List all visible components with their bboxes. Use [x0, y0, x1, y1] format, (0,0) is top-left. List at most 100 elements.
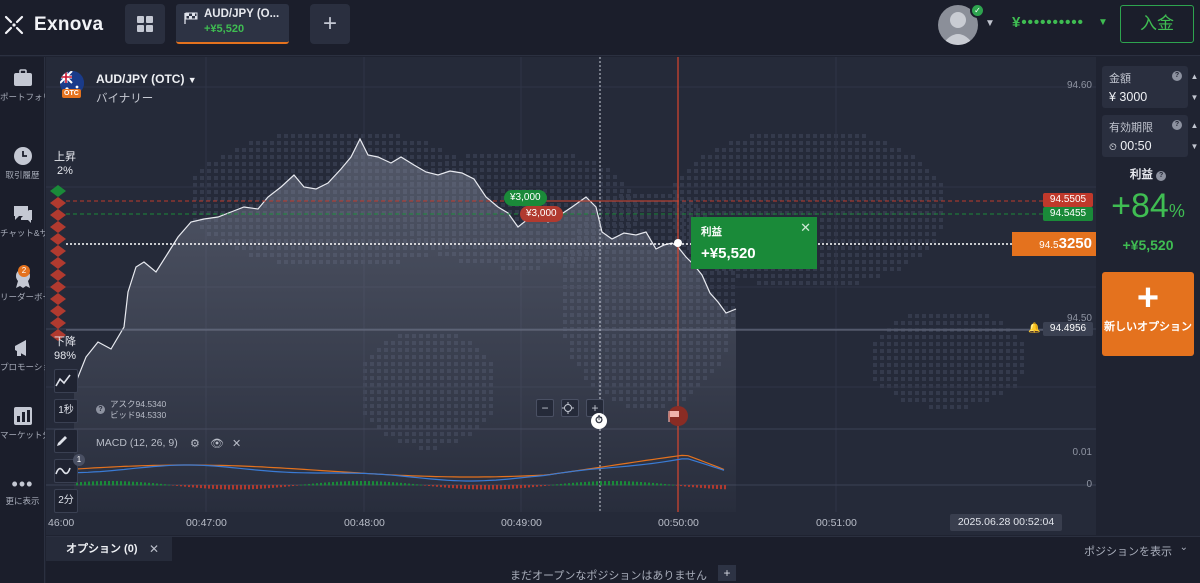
asset-name[interactable]: AUD/JPY (OTC) ▼: [96, 72, 197, 86]
price-tag-alert: 94.4956: [1043, 322, 1093, 336]
avatar-caret-icon[interactable]: ▼: [985, 18, 995, 29]
profit-popup-label: 利益: [701, 226, 722, 238]
asset-tab-profit: +¥5,520: [204, 23, 245, 35]
no-positions-message: まだオープンなポジションはありません: [510, 570, 708, 582]
amount-stepper[interactable]: ▲ ▼: [1189, 66, 1200, 108]
show-positions-link[interactable]: ポジションを表示: [1084, 543, 1172, 559]
help-icon[interactable]: ?: [1172, 71, 1182, 81]
sidebar-item-more[interactable]: ••• 更に表示: [0, 475, 45, 507]
more-icon: •••: [11, 474, 34, 494]
logo[interactable]: Exnova: [0, 0, 118, 50]
bell-icon[interactable]: 🔔: [1028, 323, 1040, 334]
profit-amount: +¥5,520: [1122, 237, 1174, 253]
chevron-down-icon[interactable]: ▼: [1189, 136, 1200, 157]
bet-marker-down[interactable]: ¥3,000: [520, 206, 563, 222]
chat-icon: [13, 206, 32, 223]
current-price-dot: [674, 239, 682, 247]
time-axis-label: 00:47:00: [186, 517, 227, 529]
sidebar-item-history[interactable]: 取引履歴: [0, 145, 45, 181]
asset-tab-audjpy[interactable]: AUD/JPY (O... +¥5,520: [176, 4, 289, 44]
chevron-down-icon[interactable]: ▼: [1189, 87, 1200, 108]
help-icon[interactable]: ?: [96, 405, 105, 414]
sidebar-item-label: チャット&サポート: [0, 228, 45, 238]
amount-label: 金額: [1109, 73, 1131, 85]
new-option-label: 新しいオプション: [1104, 321, 1192, 333]
asset-tab-name: AUD/JPY (O...: [204, 8, 280, 20]
sidebar-item-leaderboard[interactable]: 2 リーダーボード: [0, 265, 45, 303]
deposit-button[interactable]: 入金: [1120, 5, 1194, 43]
pencil-icon: [57, 436, 67, 446]
sidebar-item-market-analysis[interactable]: マーケット分析: [0, 405, 45, 441]
close-icon[interactable]: ✕: [232, 437, 241, 450]
add-position-button[interactable]: +: [718, 565, 736, 581]
macd-label: MACD (12, 26, 9): [96, 437, 178, 449]
balance-caret-icon[interactable]: ▼: [1098, 17, 1108, 28]
timeframe-2m-button[interactable]: 2分: [54, 489, 78, 513]
grid-icon: [137, 16, 153, 32]
price-tag-green: 94.5455: [1043, 207, 1093, 221]
clock-icon: [13, 147, 32, 165]
sentiment-down-label: 下降: [54, 336, 76, 348]
chart-area[interactable]: OTC AUD/JPY (OTC) ▼ バイナリー 上昇 2% 下降 98% 1…: [46, 57, 1096, 535]
briefcase-icon: [13, 69, 32, 86]
sidebar-item-chat-support[interactable]: チャット&サポート: [0, 203, 45, 239]
chevron-down-icon[interactable]: ⌄: [1180, 542, 1188, 553]
sidebar-item-promotion[interactable]: プロモーション: [0, 337, 45, 373]
analysis-icon: [13, 407, 32, 425]
indicators-button[interactable]: 1: [54, 454, 85, 483]
asset-type: バイナリー: [96, 93, 154, 105]
help-icon[interactable]: ?: [1156, 171, 1167, 181]
sidebar-item-label: プロモーション: [0, 362, 45, 372]
expiry-stepper[interactable]: ▲ ▼: [1189, 115, 1200, 157]
close-icon[interactable]: ✕: [149, 537, 159, 561]
chevron-up-icon[interactable]: ▲: [1189, 66, 1200, 87]
close-icon[interactable]: ✕: [800, 220, 811, 236]
eye-icon[interactable]: 👁: [210, 437, 224, 450]
sentiment-down-pct: 98%: [53, 350, 77, 362]
macd-axis-label: 0.01: [1072, 447, 1092, 458]
bet-marker-up[interactable]: ¥3,000: [504, 190, 547, 206]
sentiment-down: 下降 98%: [53, 335, 77, 363]
draw-tool-button[interactable]: [54, 429, 78, 453]
expiry-field[interactable]: 有効期限 ⏲ 00:50 ?: [1102, 115, 1188, 157]
asset-grid-button[interactable]: [125, 4, 165, 44]
time-axis-label: 00:51:00: [816, 517, 857, 529]
zoom-out-button[interactable]: −: [536, 399, 554, 417]
add-asset-button[interactable]: +: [310, 4, 350, 44]
sentiment-up-pct: 2%: [57, 165, 73, 177]
time-axis-label: 00:50:00: [658, 517, 699, 529]
timer-icon: ⏱: [591, 413, 607, 429]
expiry-value[interactable]: ⏲ 00:50: [1109, 139, 1181, 153]
indicator-count-badge: 1: [73, 454, 85, 466]
checkered-flag-icon: [184, 12, 198, 24]
account-balance[interactable]: ¥••••••••••: [1012, 14, 1084, 31]
chevron-up-icon[interactable]: ▲: [1189, 115, 1200, 136]
amount-field[interactable]: 金額 ¥ 3000 ?: [1102, 66, 1188, 108]
profit-popup-value: +¥5,520: [701, 245, 756, 262]
otc-tag: OTC: [62, 89, 81, 98]
sentiment-up: 上昇 2%: [53, 150, 77, 178]
price-chart[interactable]: [46, 57, 1096, 535]
amount-value[interactable]: ¥ 3000: [1109, 90, 1181, 104]
price-tag-red: 94.5505: [1043, 193, 1093, 207]
logo-text: Exnova: [34, 14, 104, 35]
timeframe-1s-button[interactable]: 1秒: [54, 399, 78, 423]
crosshair-button[interactable]: [561, 399, 579, 417]
bottom-bar: オプション (0) ✕ ポジションを表示 ⌄ まだオープンなポジションはありませ…: [46, 536, 1200, 583]
verified-check-icon: ✓: [970, 3, 985, 18]
new-option-button[interactable]: + 新しいオプション: [1102, 272, 1194, 356]
crosshair-icon: [562, 402, 574, 414]
gear-icon[interactable]: ⚙: [190, 437, 200, 450]
sidebar-item-portfolio[interactable]: ポートフォリオ: [0, 67, 45, 103]
trade-panel: 金額 ¥ 3000 ? ▲ ▼ 有効期限 ⏲ 00:50 ? ▲ ▼ 利益 ? +8…: [1096, 57, 1200, 535]
indicator-wave-icon: [55, 467, 71, 475]
profit-title: 利益 ?: [1096, 166, 1200, 182]
help-icon[interactable]: ?: [1172, 120, 1182, 130]
megaphone-icon: [14, 340, 26, 356]
top-bar: Exnova AUD/JPY (O... +¥5,520 + ✓ ▼ ¥••••…: [0, 0, 1200, 56]
current-price-prefix: 94.5: [1039, 240, 1059, 251]
chart-type-button[interactable]: [54, 369, 78, 393]
expiry-flag-icon: [668, 406, 688, 426]
plus-icon: +: [322, 10, 337, 37]
ask-bid-info: ? アスク94.5340 ビッド94.5330: [96, 399, 166, 421]
